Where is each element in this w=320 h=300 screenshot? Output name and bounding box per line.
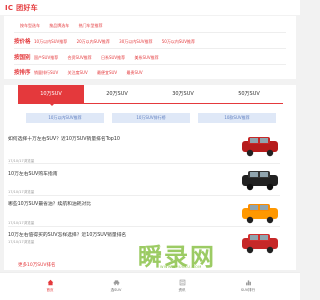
news-icon	[179, 279, 185, 286]
nav-label: SUV排行	[240, 288, 256, 292]
filter-link[interactable]: 美系SUV推荐	[134, 55, 158, 60]
filter-link[interactable]: 按车型选车	[20, 23, 40, 28]
filter-link[interactable]: 按品牌选车	[49, 23, 69, 28]
filter-link[interactable]: 关注度SUV	[67, 70, 87, 75]
subtab-ranking[interactable]: 10万SUV排行榜	[112, 113, 190, 123]
article-title[interactable]: 10万左右SUV购车指南	[8, 170, 58, 177]
article-meta: 17/10/17浏览量	[8, 190, 35, 194]
watermark-sub: WWW.SHUNLU.COM	[160, 265, 202, 269]
filter-link[interactable]: 10万以内SUV推荐	[34, 39, 67, 44]
article-meta: 17/10/17浏览量	[8, 240, 35, 244]
ranking-icon	[245, 280, 251, 286]
filter-tag: 按国别	[14, 55, 31, 61]
filter-row-quick: 按车型选车 按品牌选车 热门车型推荐	[4, 20, 296, 31]
article-meta: 17/10/17浏览量	[8, 221, 35, 225]
divider	[8, 226, 280, 227]
filter-link[interactable]: 国产SUV推荐	[34, 55, 58, 60]
car-thumbnail	[242, 137, 278, 157]
price-tabs: 10万SUV 20万SUV 30万SUV 50万SUV	[18, 85, 283, 106]
filter-link[interactable]: 销量排行SUV	[34, 70, 58, 75]
article-meta: 17/10/17浏览量	[8, 159, 35, 163]
nav-choose-suv[interactable]: 选SUV	[86, 275, 146, 299]
nav-suv-ranking[interactable]: SUV排行	[218, 275, 278, 299]
tab-30w[interactable]: 30万SUV	[150, 85, 216, 103]
filter-link[interactable]: 50万以内SUV推荐	[162, 39, 195, 44]
filter-link[interactable]: 最便宜SUV	[97, 70, 117, 75]
bottom-nav: 首页 选SUV 资讯 SUV排行	[0, 272, 300, 300]
article-title[interactable]: 哪些10万SUV最省油？续航和油耗对比	[8, 200, 91, 207]
filter-row-sort: 按排序 销量排行SUV 关注度SUV 最便宜SUV 最贵SUV	[4, 67, 296, 78]
car-thumbnail	[242, 171, 278, 191]
car-icon	[113, 280, 119, 286]
article-title[interactable]: 10万左右值得买的SUV怎样选择？近10万SUV销量排名	[8, 231, 126, 238]
filter-panel: 按车型选车 按品牌选车 热门车型推荐 按价格 10万以内SUV推荐 20万以内S…	[4, 16, 296, 79]
nav-label: 首页	[46, 288, 54, 292]
subtab-top10[interactable]: 10款SUV推荐	[198, 113, 276, 123]
filter-link[interactable]: 热门车型推荐	[79, 23, 103, 28]
filter-link[interactable]: 30万以内SUV推荐	[119, 39, 152, 44]
filter-tag: 按排序	[14, 70, 31, 76]
list-item[interactable]: 17/10/17浏览量 10万左右SUV购车指南	[8, 159, 280, 193]
filter-tag: 按价格	[14, 39, 31, 45]
filter-link[interactable]: 最贵SUV	[126, 70, 142, 75]
subtab-recommend[interactable]: 10万以内SUV推荐	[26, 113, 104, 123]
nav-label: 选SUV	[110, 288, 122, 292]
filter-link[interactable]: 合资SUV推荐	[67, 55, 91, 60]
filter-link[interactable]: 日系SUV推荐	[101, 55, 125, 60]
list-item[interactable]: 17/10/17浏览量 哪些10万SUV最省油？续航和油耗对比	[8, 190, 280, 225]
sub-tabs: 10万以内SUV推荐 10万SUV排行榜 10款SUV推荐	[18, 113, 283, 123]
nav-label: 资讯	[178, 288, 186, 292]
filter-link[interactable]: 20万以内SUV推荐	[77, 39, 110, 44]
top-bar: IC 团好车	[0, 0, 300, 15]
tab-20w[interactable]: 20万SUV	[84, 85, 150, 103]
site-logo[interactable]: IC 团好车	[5, 3, 38, 13]
list-item[interactable]: 如何选择十万左右SUV？近10万SUV销量排名Top10	[8, 135, 280, 159]
divider	[14, 32, 286, 33]
divider	[8, 195, 280, 196]
divider	[14, 64, 286, 65]
divider	[8, 163, 280, 164]
car-thumbnail	[242, 204, 278, 224]
filter-row-country: 按国别 国产SUV推荐 合资SUV推荐 日系SUV推荐 美系SUV推荐	[4, 52, 296, 63]
nav-home[interactable]: 首页	[20, 275, 80, 299]
more-link[interactable]: 更多10万SUV排名	[18, 262, 55, 268]
tab-10w[interactable]: 10万SUV	[18, 85, 84, 106]
filter-row-price: 按价格 10万以内SUV推荐 20万以内SUV推荐 30万以内SUV推荐 50万…	[4, 36, 296, 47]
divider	[14, 48, 286, 49]
watermark: 瞬录网 WWW.SHUNLU.COM	[120, 237, 290, 271]
tab-50w[interactable]: 50万SUV	[216, 85, 282, 103]
tab-underline	[18, 103, 283, 104]
home-icon	[47, 279, 53, 286]
article-title[interactable]: 如何选择十万左右SUV？近10万SUV销量排名Top10	[8, 135, 120, 142]
nav-news[interactable]: 资讯	[152, 275, 212, 299]
